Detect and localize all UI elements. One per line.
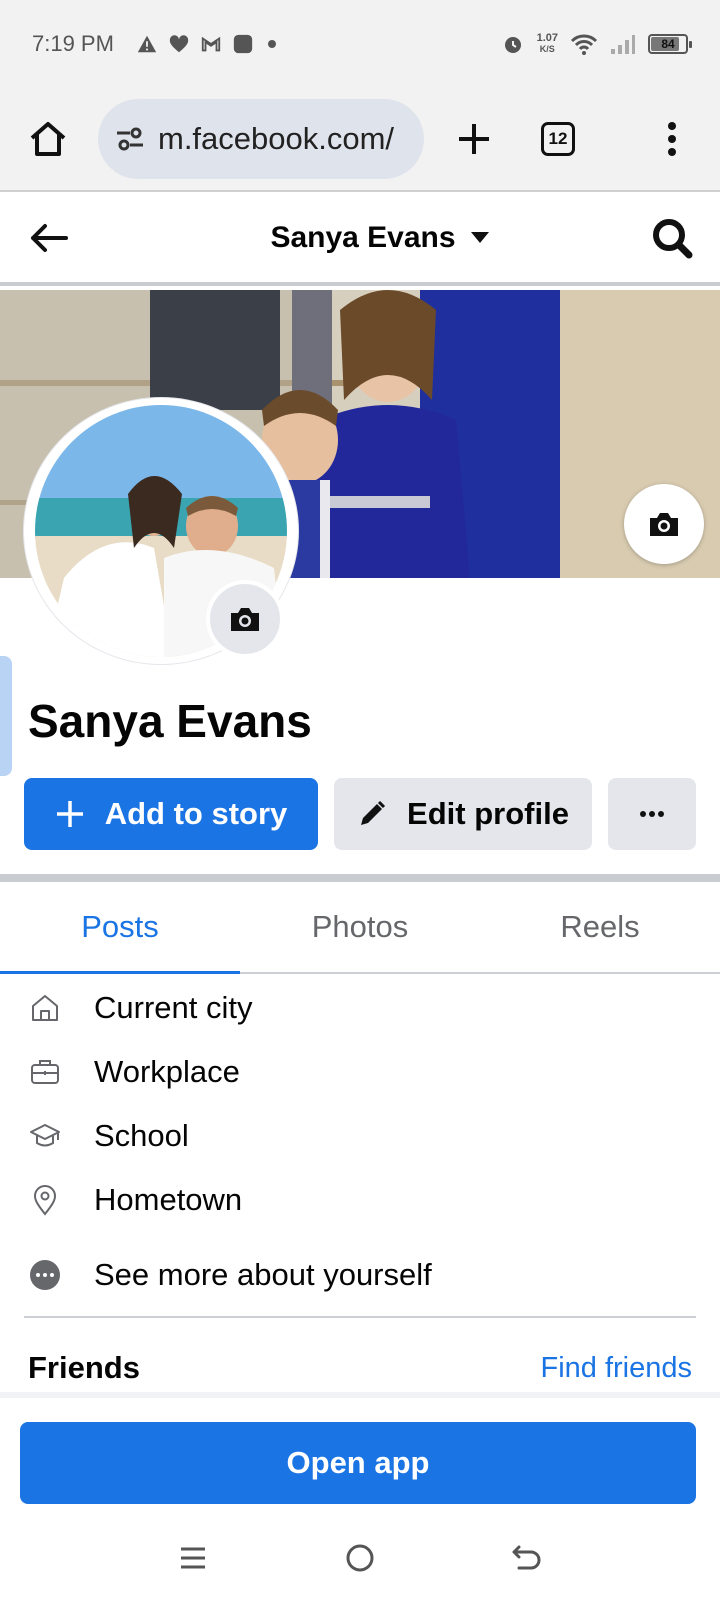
caret-down-icon: [470, 232, 489, 243]
see-more-about-yourself[interactable]: See more about yourself: [0, 1236, 720, 1314]
search-icon: [653, 219, 693, 259]
tab-count: 12: [541, 122, 575, 156]
detail-school[interactable]: School: [0, 1104, 720, 1168]
system-navigation-bar: [0, 1516, 720, 1600]
gmail-icon: [201, 36, 221, 52]
detail-label: Workplace: [94, 1054, 240, 1089]
profile-actions: Add to story Edit profile: [24, 778, 696, 850]
section-divider: [24, 1316, 696, 1318]
detail-label: Hometown: [94, 1182, 243, 1217]
browser-menu-button[interactable]: [640, 107, 704, 171]
status-time: 7:19 PM: [32, 31, 114, 56]
side-edge-tab[interactable]: [0, 656, 12, 776]
friends-section-header: Friends Find friends: [28, 1350, 692, 1386]
location-pin-icon: [28, 1183, 62, 1217]
tab-posts[interactable]: Posts: [0, 882, 240, 974]
graduation-cap-icon: [28, 1119, 62, 1153]
profile-tabs: Posts Photos Reels: [0, 882, 720, 974]
menu-lines-icon: [181, 1547, 206, 1569]
home-button[interactable]: [16, 107, 80, 171]
home-icon: [28, 991, 62, 1025]
plus-icon: [56, 801, 83, 827]
network-speed-unit: K/S: [539, 44, 555, 54]
profile-details: Current city Workplace School Hometown S…: [0, 976, 720, 1314]
network-speed: 1.07 K/S: [537, 33, 558, 55]
status-bar: 7:19 PM 1.07 K/S 84: [0, 0, 720, 88]
detail-current-city[interactable]: Current city: [0, 976, 720, 1040]
back-return-icon: [512, 1545, 541, 1570]
cell-signal-icon: [611, 35, 635, 54]
edit-profile-button[interactable]: Edit profile: [334, 778, 592, 850]
ellipsis-icon: [640, 811, 664, 817]
detail-hometown[interactable]: Hometown: [0, 1168, 720, 1232]
address-bar[interactable]: m.facebook.com/: [98, 99, 424, 179]
open-app-button[interactable]: Open app: [20, 1422, 696, 1504]
detail-label: School: [94, 1118, 189, 1153]
wifi-icon: [570, 34, 598, 55]
search-button[interactable]: [646, 212, 698, 264]
edit-profile-label: Edit profile: [407, 796, 569, 831]
find-friends-link[interactable]: Find friends: [540, 1352, 692, 1385]
edit-cover-photo-button[interactable]: [624, 484, 704, 564]
plus-icon: [459, 124, 489, 154]
notification-icons: [136, 33, 276, 55]
more-notifications-dot: [267, 40, 276, 48]
camera-icon: [650, 513, 678, 536]
pencil-icon: [361, 800, 386, 825]
circle-home-icon: [346, 1544, 374, 1572]
back-button[interactable]: [22, 212, 74, 264]
friends-title: Friends: [28, 1350, 140, 1385]
briefcase-icon: [28, 1055, 62, 1089]
battery-level: 84: [661, 37, 675, 51]
warning-icon: [137, 35, 157, 53]
browser-toolbar: m.facebook.com/ 12: [0, 88, 720, 192]
heart-icon: [169, 35, 189, 53]
profile-name: Sanya Evans: [28, 695, 312, 747]
app-notification-icon: [233, 34, 253, 54]
home-icon: [30, 122, 66, 156]
back-nav-button[interactable]: [497, 1528, 557, 1588]
open-app-banner: Open app: [0, 1392, 720, 1516]
add-to-story-label: Add to story: [104, 796, 288, 831]
new-tab-button[interactable]: [442, 107, 506, 171]
add-to-story-button[interactable]: Add to story: [24, 778, 318, 850]
detail-workplace[interactable]: Workplace: [0, 1040, 720, 1104]
profile-switcher[interactable]: Sanya Evans: [270, 221, 489, 255]
recent-apps-button[interactable]: [163, 1528, 223, 1588]
tab-switcher-button[interactable]: 12: [526, 107, 590, 171]
section-divider: [0, 874, 720, 882]
alarm-icon: [504, 37, 521, 53]
more-circle-icon: [28, 1258, 62, 1292]
profile-header: Sanya Evans: [0, 194, 720, 286]
url-text[interactable]: m.facebook.com/: [158, 121, 394, 157]
back-arrow-icon: [31, 224, 68, 252]
network-speed-value: 1.07: [536, 32, 558, 44]
header-title: Sanya Evans: [270, 221, 456, 254]
battery-icon: 84: [648, 34, 692, 54]
edit-profile-picture-button[interactable]: [206, 580, 284, 658]
detail-label: Current city: [94, 990, 253, 1025]
camera-icon: [231, 608, 259, 631]
tab-reels[interactable]: Reels: [480, 882, 720, 972]
kebab-menu-icon: [668, 122, 676, 156]
system-icons: 1.07 K/S 84: [501, 32, 692, 56]
more-options-button[interactable]: [608, 778, 696, 850]
detail-label: See more about yourself: [94, 1257, 432, 1292]
home-nav-button[interactable]: [330, 1528, 390, 1588]
site-settings-icon[interactable]: [114, 123, 146, 155]
tab-photos[interactable]: Photos: [240, 882, 480, 972]
